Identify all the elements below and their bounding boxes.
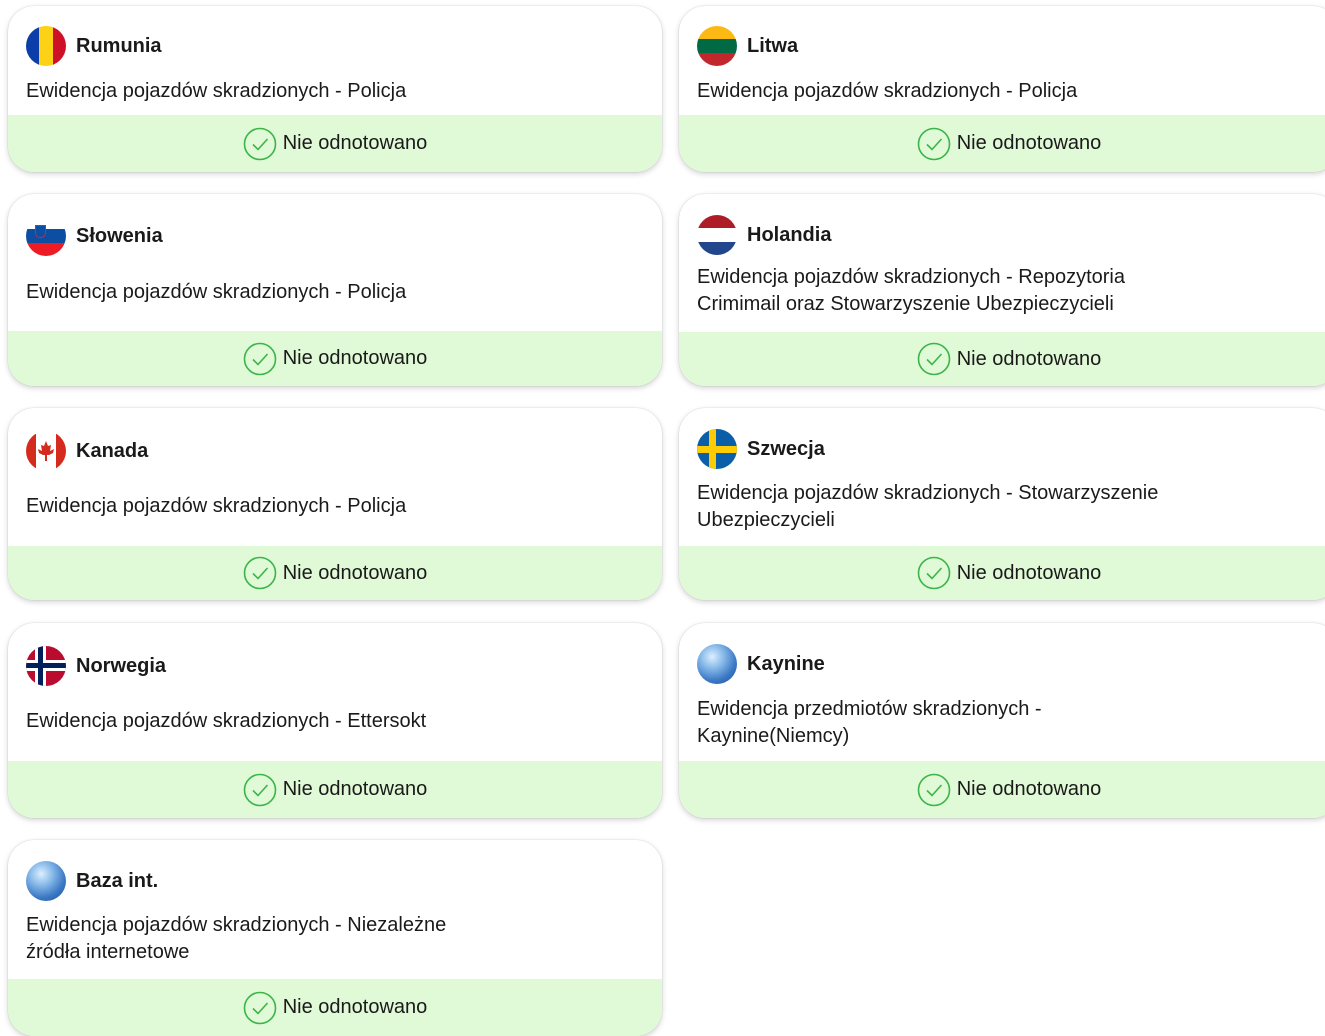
norway-flag-icon xyxy=(26,646,66,686)
check-circle-icon xyxy=(243,127,277,160)
status-label: Nie odnotowano xyxy=(956,347,1102,370)
registry-description: Ewidencja pojazdów skradzionych - Policj… xyxy=(26,80,407,102)
check-circle-icon xyxy=(917,342,951,376)
card-baza-int: Baza int. Ewidencja pojazdów skradzionyc… xyxy=(8,840,662,1036)
card-lithuania: Litwa Ewidencja pojazdów skradzionych - … xyxy=(679,6,1325,172)
globe-icon xyxy=(697,644,737,684)
country-name: Kanada xyxy=(76,439,149,462)
card-canada: Kanada Ewidencja pojazdów skradzionych -… xyxy=(8,408,662,600)
romania-flag-icon xyxy=(26,26,66,66)
slovenia-flag-icon xyxy=(26,216,66,256)
status-label: Nie odnotowano xyxy=(956,132,1102,154)
status-bar: Nie odnotowano xyxy=(8,761,662,818)
country-name: Baza int. xyxy=(76,869,159,892)
lithuania-flag-icon xyxy=(697,26,737,66)
country-name: Norwegia xyxy=(76,654,167,677)
registry-description: Ewidencja przedmiotów skradzionych - Kay… xyxy=(697,698,1042,747)
card-netherlands: Holandia Ewidencja pojazdów skradzionych… xyxy=(679,194,1325,386)
globe-icon xyxy=(26,861,66,901)
status-bar: Nie odnotowano xyxy=(679,332,1325,386)
check-circle-icon xyxy=(243,991,277,1024)
check-circle-icon xyxy=(917,556,951,590)
status-bar: Nie odnotowano xyxy=(679,115,1325,172)
sweden-flag-icon xyxy=(697,429,737,469)
registry-description: Ewidencja pojazdów skradzionych - Policj… xyxy=(26,281,407,303)
check-circle-icon xyxy=(243,773,277,806)
status-label: Nie odnotowano xyxy=(282,996,428,1018)
registry-description: Ewidencja pojazdów skradzionych - Stowar… xyxy=(697,482,1159,531)
check-circle-icon xyxy=(917,127,951,160)
status-bar: Nie odnotowano xyxy=(8,115,662,172)
country-name: Litwa xyxy=(747,34,799,57)
card-sweden: Szwecja Ewidencja pojazdów skradzionych … xyxy=(679,408,1325,600)
status-label: Nie odnotowano xyxy=(282,347,428,369)
country-name: Słowenia xyxy=(76,224,163,247)
status-label: Nie odnotowano xyxy=(282,561,428,584)
status-bar: Nie odnotowano xyxy=(8,331,662,386)
status-label: Nie odnotowano xyxy=(282,778,428,800)
country-name: Rumunia xyxy=(76,34,162,57)
canada-flag-icon xyxy=(26,431,66,471)
registry-description: Ewidencja pojazdów skradzionych - Etters… xyxy=(26,710,427,732)
country-name: Szwecja xyxy=(747,437,825,460)
registry-description: Ewidencja pojazdów skradzionych - Repozy… xyxy=(697,266,1125,315)
status-bar: Nie odnotowano xyxy=(679,761,1325,818)
status-bar: Nie odnotowano xyxy=(8,546,662,600)
status-label: Nie odnotowano xyxy=(282,132,428,154)
registry-description: Ewidencja pojazdów skradzionych - Niezal… xyxy=(26,914,447,963)
card-norway: Norwegia Ewidencja pojazdów skradzionych… xyxy=(8,623,662,818)
status-bar: Nie odnotowano xyxy=(8,979,662,1036)
country-name: Kaynine xyxy=(747,652,825,675)
registry-description: Ewidencja pojazdów skradzionych - Policj… xyxy=(697,80,1078,102)
card-romania: Rumunia Ewidencja pojazdów skradzionych … xyxy=(8,6,662,172)
check-circle-icon xyxy=(243,556,277,590)
check-circle-icon xyxy=(243,342,277,375)
netherlands-flag-icon xyxy=(697,215,737,255)
registry-description: Ewidencja pojazdów skradzionych - Policj… xyxy=(26,495,407,517)
check-circle-icon xyxy=(917,773,951,806)
country-name: Holandia xyxy=(747,223,832,246)
card-kaynine: Kaynine Ewidencja przedmiotów skradziony… xyxy=(679,623,1325,818)
card-slovenia: Słowenia Ewidencja pojazdów skradzionych… xyxy=(8,194,662,386)
status-label: Nie odnotowano xyxy=(956,561,1102,584)
status-label: Nie odnotowano xyxy=(956,778,1102,800)
status-bar: Nie odnotowano xyxy=(679,546,1325,600)
